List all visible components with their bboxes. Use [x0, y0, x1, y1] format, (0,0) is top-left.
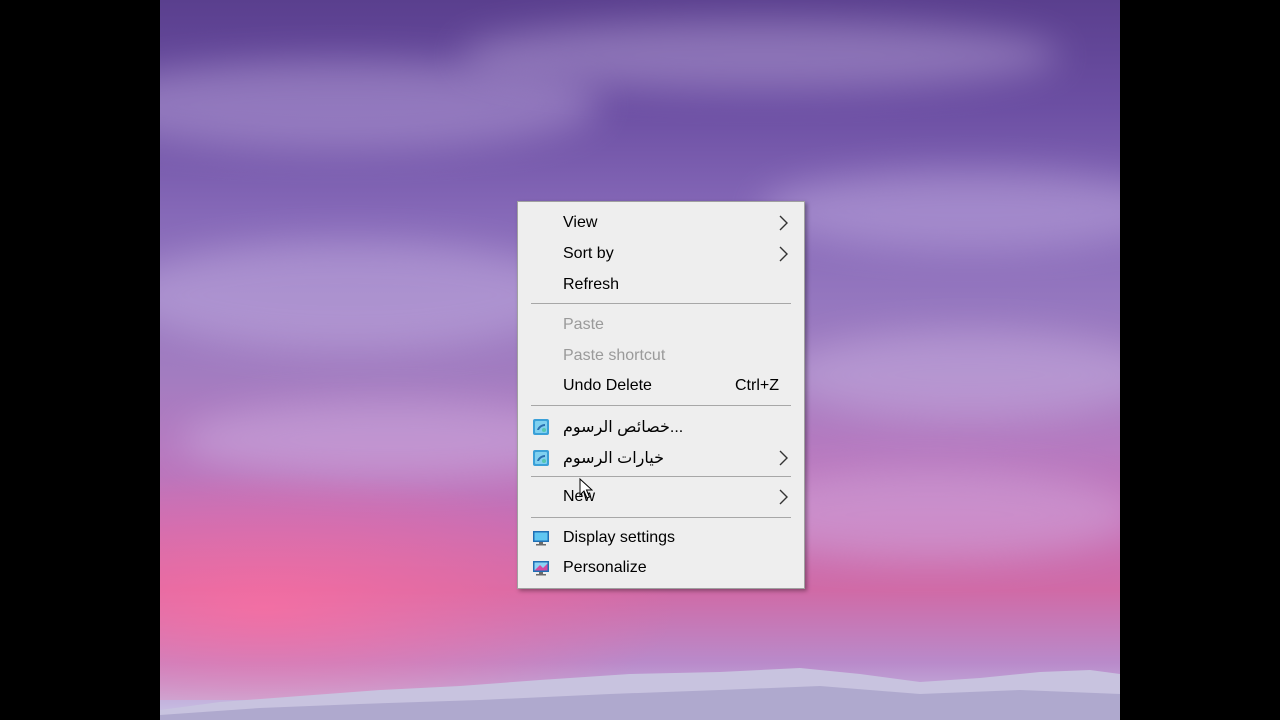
menu-item-paste-shortcut[interactable]: Paste shortcut: [518, 341, 804, 371]
menu-item-graphics-options[interactable]: خيارات الرسوم: [518, 443, 804, 473]
menu-item-graphics-properties[interactable]: خصائص الرسوم...: [518, 412, 804, 442]
chevron-right-icon: [779, 246, 788, 262]
wallpaper-cloud: [760, 170, 1120, 250]
mouse-pointer-icon: [579, 478, 593, 499]
menu-item-new[interactable]: New: [518, 482, 804, 512]
menu-item-refresh[interactable]: Refresh: [518, 270, 804, 300]
menu-item-label: Display settings: [563, 529, 676, 546]
menu-item-label: Undo Delete: [563, 377, 652, 394]
menu-separator: [531, 303, 791, 304]
menu-item-paste[interactable]: Paste: [518, 310, 804, 340]
menu-item-label: Paste shortcut: [563, 347, 666, 364]
menu-item-label: Refresh: [563, 276, 620, 293]
menu-separator: [531, 517, 791, 518]
desktop-context-menu: View Sort by Refresh Paste Paste shortcu…: [517, 201, 805, 589]
menu-item-label: خيارات الرسوم: [563, 450, 664, 467]
menu-item-sort-by[interactable]: Sort by: [518, 239, 804, 269]
menu-separator: [531, 476, 791, 477]
menu-item-view[interactable]: View: [518, 208, 804, 238]
menu-item-display-settings[interactable]: Display settings: [518, 523, 804, 553]
graphics-options-icon: [533, 450, 549, 466]
wallpaper-mountains: [160, 668, 1120, 720]
menu-item-label: Sort by: [563, 245, 614, 262]
personalize-icon: [533, 561, 549, 576]
menu-item-label: Personalize: [563, 559, 647, 576]
chevron-right-icon: [779, 450, 788, 466]
chevron-right-icon: [779, 489, 788, 505]
display-settings-icon: [533, 531, 549, 546]
graphics-properties-icon: [533, 419, 549, 435]
menu-item-label: خصائص الرسوم...: [563, 419, 684, 436]
menu-item-label: Paste: [563, 316, 604, 333]
menu-item-undo-delete[interactable]: Undo Delete Ctrl+Z: [518, 371, 804, 401]
wallpaper-cloud: [780, 330, 1120, 420]
menu-item-shortcut: Ctrl+Z: [735, 377, 779, 394]
menu-item-label: View: [563, 214, 598, 231]
screen: View Sort by Refresh Paste Paste shortcu…: [0, 0, 1280, 720]
menu-separator: [531, 405, 791, 406]
menu-item-personalize[interactable]: Personalize: [518, 553, 804, 583]
wallpaper-cloud: [460, 20, 1060, 90]
chevron-right-icon: [779, 215, 788, 231]
